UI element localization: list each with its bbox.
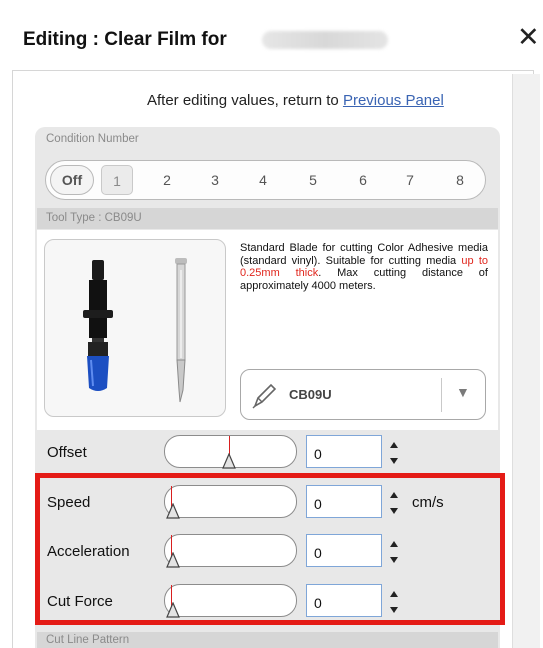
return-instruction-text: After editing values, return to <box>147 92 343 109</box>
dropdown-separator <box>441 378 442 412</box>
title-bar: Editing : Clear Film for ✕ <box>0 0 543 70</box>
condition-1-button[interactable]: 1 <box>101 165 133 195</box>
chevron-down-icon[interactable]: ▼ <box>456 384 470 400</box>
previous-panel-link[interactable]: Previous Panel <box>343 92 444 109</box>
close-button[interactable]: ✕ <box>517 22 540 52</box>
offset-value-field[interactable]: 0 <box>306 435 382 468</box>
slider-thumb[interactable] <box>222 453 236 469</box>
tool-type-label: Tool Type : CB09U <box>46 212 142 224</box>
blade-type-value: CB09U <box>289 387 332 402</box>
blade-description: Standard Blade for cutting Color Adhesiv… <box>240 242 488 292</box>
blade-type-dropdown[interactable]: CB09U ▼ <box>240 369 486 420</box>
condition-6-button[interactable]: 6 <box>347 165 379 195</box>
return-instruction: After editing values, return to Previous… <box>147 92 444 109</box>
condition-8-button[interactable]: 8 <box>444 165 476 195</box>
condition-number-label: Condition Number <box>46 133 139 145</box>
offset-spinner[interactable] <box>388 440 400 466</box>
pen-icon <box>252 383 277 409</box>
condition-number-selector: Off 1 2 3 4 5 6 7 8 <box>45 160 486 200</box>
condition-2-button[interactable]: 2 <box>151 165 183 195</box>
condition-5-button[interactable]: 5 <box>297 165 329 195</box>
condition-off-button[interactable]: Off <box>50 165 94 195</box>
condition-7-button[interactable]: 7 <box>394 165 426 195</box>
window-title: Editing : Clear Film for <box>23 29 227 50</box>
highlight-box <box>35 473 505 625</box>
redacted-title-text <box>262 31 388 49</box>
blade-holder-image <box>44 239 226 417</box>
description-text: Standard Blade for cutting Color Adhesiv… <box>240 242 488 267</box>
condition-3-button[interactable]: 3 <box>199 165 231 195</box>
offset-slider[interactable] <box>164 435 297 469</box>
cut-line-pattern-label: Cut Line Pattern <box>46 634 130 646</box>
scrollbar[interactable] <box>512 74 540 648</box>
blade-illustration <box>83 258 187 403</box>
condition-4-button[interactable]: 4 <box>247 165 279 195</box>
offset-label: Offset <box>47 444 87 461</box>
